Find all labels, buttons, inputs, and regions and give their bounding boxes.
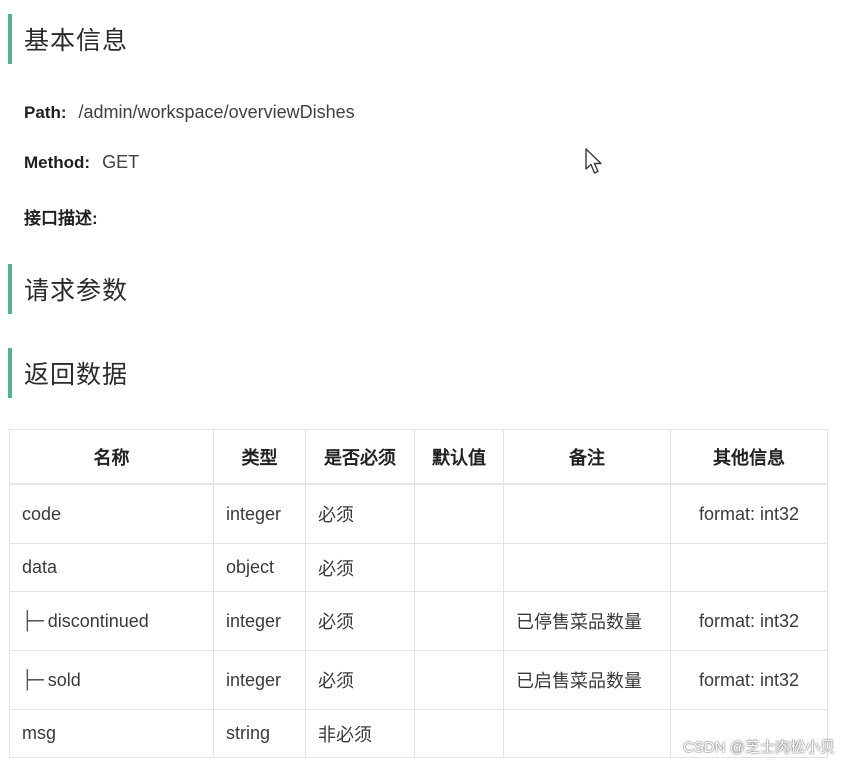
- path-row: Path: /admin/workspace/overviewDishes: [24, 102, 355, 123]
- cell-default: [414, 483, 504, 544]
- cell-note: [503, 709, 671, 758]
- header-other: 其他信息: [670, 429, 828, 485]
- table-row: ├─ discontinued integer 必须 已停售菜品数量 format…: [9, 591, 828, 651]
- cell-required: 必须: [305, 650, 415, 710]
- cell-other: format: int32: [670, 483, 828, 544]
- section-heading-basic-info: 基本信息: [8, 14, 128, 64]
- cell-default: [414, 650, 504, 710]
- cell-default: [414, 543, 504, 592]
- cell-name: ├─ discontinued: [9, 591, 214, 651]
- table-header-row: 名称 类型 是否必须 默认值 备注 其他信息: [9, 429, 828, 485]
- cell-other: format: int32: [670, 591, 828, 651]
- watermark: CSDN @芝士肉松小贝: [683, 739, 835, 756]
- section-heading-response-data: 返回数据: [8, 348, 128, 398]
- cell-type: object: [213, 543, 306, 592]
- path-value: /admin/workspace/overviewDishes: [78, 102, 355, 122]
- header-default: 默认值: [414, 429, 504, 485]
- cell-name-text: discontinued: [47, 610, 149, 631]
- cell-type: integer: [213, 650, 306, 710]
- cell-other: [670, 543, 828, 592]
- method-value: GET: [102, 152, 140, 172]
- cell-note: 已停售菜品数量: [503, 591, 671, 651]
- header-required: 是否必须: [305, 429, 415, 485]
- tree-branch-icon: ├─: [22, 610, 44, 632]
- cell-type: integer: [213, 591, 306, 651]
- header-type: 类型: [213, 429, 306, 485]
- cell-required: 非必须: [305, 709, 415, 758]
- cell-note: [503, 543, 671, 592]
- section-heading-request-params: 请求参数: [8, 264, 128, 314]
- mouse-pointer-icon: [585, 148, 602, 174]
- cell-default: [414, 709, 504, 758]
- cell-other: format: int32: [670, 650, 828, 710]
- cell-type: integer: [213, 483, 306, 544]
- response-data-table: 名称 类型 是否必须 默认值 备注 其他信息 code integer 必须 f…: [9, 429, 828, 758]
- cell-name-text: sold: [47, 669, 81, 690]
- cell-required: 必须: [305, 591, 415, 651]
- description-row: 接口描述:: [24, 204, 98, 229]
- header-name: 名称: [9, 429, 214, 485]
- cell-name: data: [9, 543, 214, 592]
- cell-required: 必须: [305, 543, 415, 592]
- description-label: 接口描述:: [24, 209, 98, 228]
- cell-type: string: [213, 709, 306, 758]
- cell-name: ├─ sold: [9, 650, 214, 710]
- cell-note: [503, 483, 671, 544]
- method-row: Method: GET: [24, 152, 139, 173]
- cell-name: msg: [9, 709, 214, 758]
- table-row: data object 必须: [9, 543, 828, 592]
- header-note: 备注: [503, 429, 671, 485]
- cell-name: code: [9, 483, 214, 544]
- path-label: Path:: [24, 103, 67, 122]
- cell-default: [414, 591, 504, 651]
- table-row: ├─ sold integer 必须 已启售菜品数量 format: int32: [9, 650, 828, 710]
- method-label: Method:: [24, 153, 91, 172]
- cell-required: 必须: [305, 483, 415, 544]
- table-row: code integer 必须 format: int32: [9, 483, 828, 544]
- tree-branch-icon: ├─: [22, 669, 44, 691]
- cell-note: 已启售菜品数量: [503, 650, 671, 710]
